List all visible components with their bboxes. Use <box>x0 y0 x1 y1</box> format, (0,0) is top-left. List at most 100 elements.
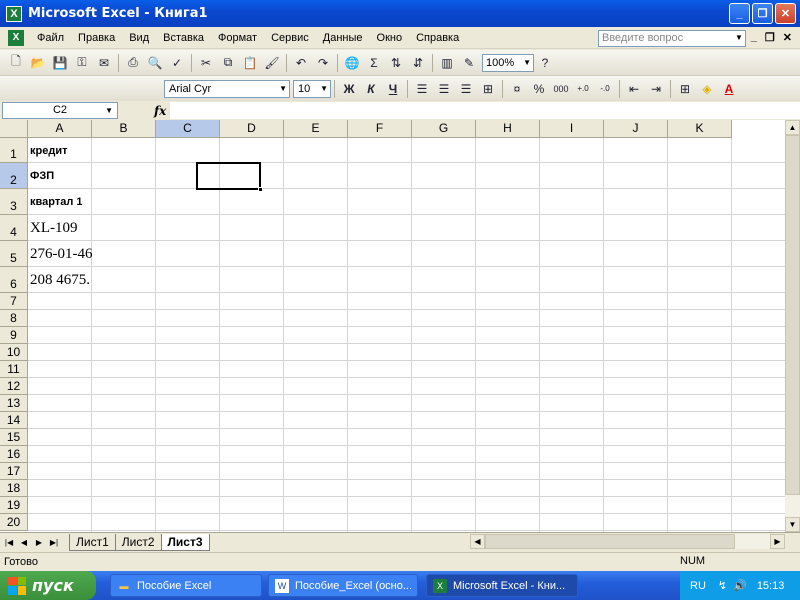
row-header[interactable]: 17 <box>0 463 28 480</box>
sheet-tab-2[interactable]: Лист2 <box>114 533 162 551</box>
undo-icon[interactable]: ↶ <box>291 53 311 73</box>
decrease-indent-icon[interactable]: ⇤ <box>624 79 644 99</box>
open-icon[interactable]: 📂 <box>28 53 48 73</box>
column-header[interactable]: I <box>540 120 604 138</box>
column-header[interactable]: G <box>412 120 476 138</box>
hyperlink-icon[interactable]: 🌐 <box>342 53 362 73</box>
name-box[interactable]: C2 ▼ <box>2 102 118 119</box>
cell-a1[interactable]: кредит <box>30 138 67 163</box>
sheet-tab-1[interactable]: Лист1 <box>69 533 116 551</box>
merge-center-icon[interactable]: ⊞ <box>478 79 498 99</box>
next-sheet-icon[interactable]: ▶ <box>33 538 45 547</box>
row-header[interactable]: 6 <box>0 267 28 293</box>
menu-format[interactable]: Формат <box>211 28 264 48</box>
task-word[interactable]: W Пособие_Excel (осно... <box>268 574 418 597</box>
italic-button[interactable]: К <box>361 79 381 99</box>
spelling-icon[interactable]: ✓ <box>167 53 187 73</box>
first-sheet-icon[interactable]: |◀ <box>3 538 15 547</box>
sort-ascending-icon[interactable]: ⇅ <box>386 53 406 73</box>
chart-wizard-icon[interactable]: ▥ <box>437 53 457 73</box>
row-header[interactable]: 11 <box>0 361 28 378</box>
close-button[interactable]: ✕ <box>775 3 796 24</box>
percent-icon[interactable]: % <box>529 79 549 99</box>
menu-window[interactable]: Окно <box>370 28 410 48</box>
vertical-scrollbar[interactable]: ▲ ▼ <box>785 120 800 532</box>
scroll-thumb[interactable] <box>785 135 800 495</box>
help-icon[interactable]: ? <box>535 53 555 73</box>
row-header[interactable]: 9 <box>0 327 28 344</box>
row-header[interactable]: 2 <box>0 163 28 189</box>
save-icon[interactable]: 💾 <box>50 53 70 73</box>
column-header[interactable]: J <box>604 120 668 138</box>
print-preview-icon[interactable]: 🔍 <box>145 53 165 73</box>
menu-file[interactable]: Файл <box>30 28 71 48</box>
font-color-icon[interactable]: A <box>719 79 739 99</box>
row-header[interactable]: 13 <box>0 395 28 412</box>
sheet-tab-3[interactable]: Лист3 <box>160 533 210 551</box>
formula-input[interactable] <box>170 102 800 119</box>
last-sheet-icon[interactable]: ▶| <box>48 538 60 547</box>
font-name-select[interactable]: Arial Cyr ▼ <box>164 79 290 98</box>
thousands-icon[interactable]: 000 <box>551 79 571 99</box>
language-indicator[interactable]: RU <box>690 580 706 592</box>
restore-button[interactable]: ❐ <box>752 3 773 24</box>
align-right-icon[interactable]: ☰ <box>456 79 476 99</box>
row-header[interactable]: 3 <box>0 189 28 215</box>
speaker-icon[interactable]: 🔊 <box>733 579 747 592</box>
cell-a4[interactable]: XL-109 <box>30 215 78 241</box>
align-left-icon[interactable]: ☰ <box>412 79 432 99</box>
row-header[interactable]: 8 <box>0 310 28 327</box>
column-header[interactable]: K <box>668 120 732 138</box>
increase-decimal-icon[interactable]: +.0 <box>573 79 593 99</box>
cell-a3[interactable]: квартал 1 <box>30 189 82 215</box>
increase-indent-icon[interactable]: ⇥ <box>646 79 666 99</box>
select-all-corner[interactable] <box>0 120 28 138</box>
menu-tools[interactable]: Сервис <box>264 28 316 48</box>
autosum-icon[interactable]: Σ <box>364 53 384 73</box>
cell-a5[interactable]: 276-01-46 <box>30 241 93 267</box>
borders-icon[interactable]: ⊞ <box>675 79 695 99</box>
excel-app-icon[interactable]: X <box>6 5 22 22</box>
hscroll-thumb[interactable] <box>485 534 735 549</box>
column-header[interactable]: H <box>476 120 540 138</box>
cut-icon[interactable]: ✂ <box>196 53 216 73</box>
fill-color-icon[interactable]: ◈ <box>697 79 717 99</box>
copy-icon[interactable]: ⧉ <box>218 53 238 73</box>
zoom-select[interactable]: 100% ▼ <box>482 53 534 72</box>
row-header[interactable]: 16 <box>0 446 28 463</box>
row-header[interactable]: 15 <box>0 429 28 446</box>
align-center-icon[interactable]: ☰ <box>434 79 454 99</box>
cell-a2[interactable]: ФЗП <box>30 163 54 189</box>
print-icon[interactable]: ⎙ <box>123 53 143 73</box>
task-excel[interactable]: X Microsoft Excel - Кни... <box>426 574 578 597</box>
menu-insert[interactable]: Вставка <box>156 28 211 48</box>
column-header[interactable]: E <box>284 120 348 138</box>
safely-remove-icon[interactable]: ↯ <box>718 579 727 592</box>
decrease-decimal-icon[interactable]: -.0 <box>595 79 615 99</box>
help-search-input[interactable]: Введите вопрос <box>598 30 746 47</box>
column-header[interactable]: B <box>92 120 156 138</box>
menu-help[interactable]: Справка <box>409 28 466 48</box>
prev-sheet-icon[interactable]: ◀ <box>18 538 30 547</box>
row-header[interactable]: 4 <box>0 215 28 241</box>
bold-button[interactable]: Ж <box>339 79 359 99</box>
format-painter-icon[interactable]: 🖌 <box>262 53 282 73</box>
paste-icon[interactable]: 📋 <box>240 53 260 73</box>
workbook-icon[interactable]: X <box>8 29 24 46</box>
redo-icon[interactable]: ↷ <box>313 53 333 73</box>
sort-descending-icon[interactable]: ⇵ <box>408 53 428 73</box>
scroll-right-icon[interactable]: ▶ <box>770 534 785 549</box>
row-header[interactable]: 14 <box>0 412 28 429</box>
doc-minimize-button[interactable]: _ <box>751 31 757 44</box>
doc-close-button[interactable]: ✕ <box>783 31 792 44</box>
row-header[interactable]: 20 <box>0 514 28 531</box>
menu-data[interactable]: Данные <box>316 28 370 48</box>
selected-cell-c2[interactable] <box>196 162 263 192</box>
chevron-down-icon[interactable]: ▼ <box>735 33 743 42</box>
currency-icon[interactable]: ¤ <box>507 79 527 99</box>
row-header[interactable]: 19 <box>0 497 28 514</box>
horizontal-scrollbar[interactable]: ◀ ▶ <box>470 534 785 549</box>
row-header[interactable]: 7 <box>0 293 28 310</box>
column-header[interactable]: C <box>156 120 220 138</box>
column-header[interactable]: F <box>348 120 412 138</box>
